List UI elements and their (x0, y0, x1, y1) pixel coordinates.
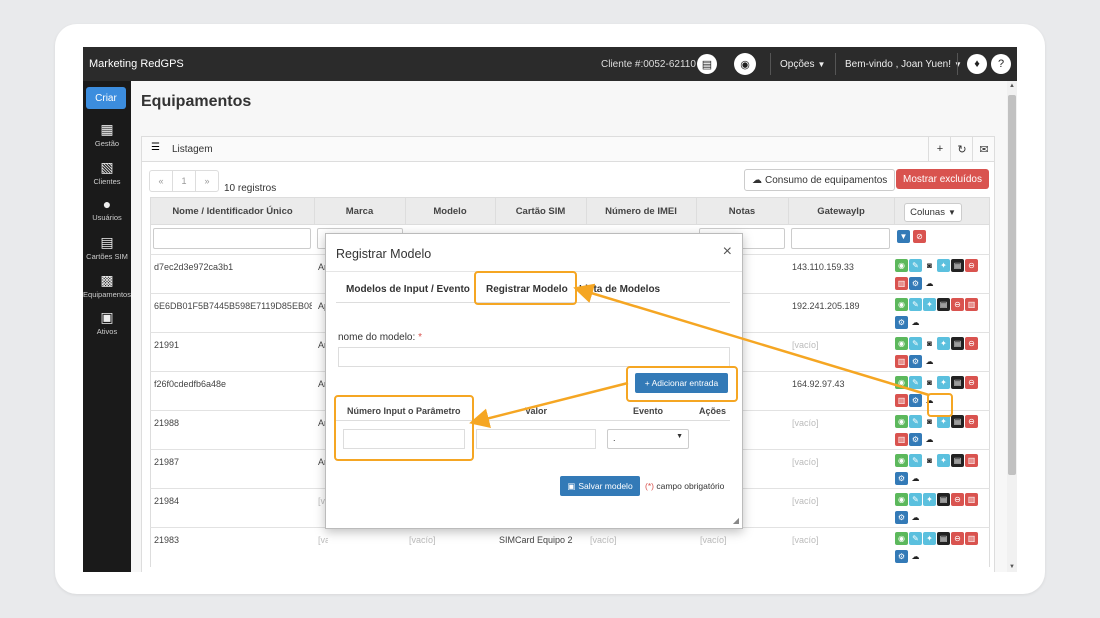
annotation-arrows (469, 283, 930, 429)
arrow-to-tab (573, 283, 930, 397)
arrow-to-input (469, 381, 629, 429)
